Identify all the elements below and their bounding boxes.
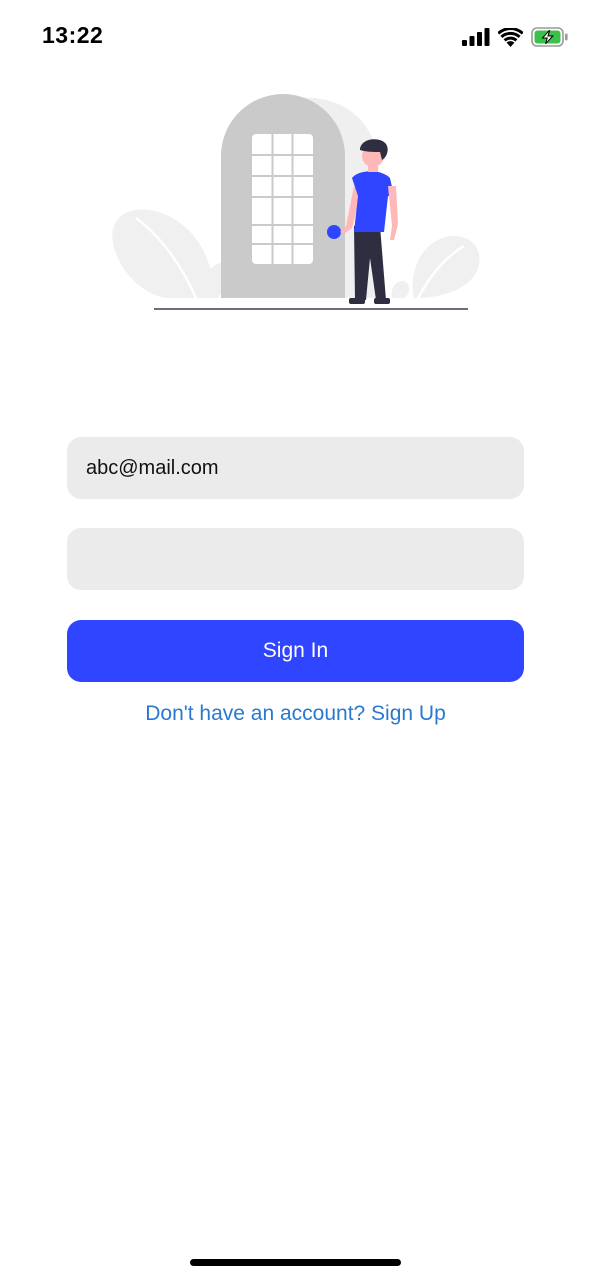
home-indicator[interactable] (190, 1259, 401, 1266)
sign-up-link[interactable]: Don't have an account? Sign Up (0, 702, 591, 726)
login-illustration (108, 86, 484, 316)
cellular-signal-icon (462, 28, 490, 46)
email-field[interactable]: abc@mail.com (67, 437, 524, 499)
sign-in-button-label: Sign In (262, 639, 329, 662)
sign-in-button[interactable]: Sign In (67, 620, 524, 682)
email-field-value: abc@mail.com (86, 456, 219, 479)
status-bar: 13:22 (0, 0, 591, 70)
wifi-icon (498, 27, 523, 47)
status-time: 13:22 (42, 22, 104, 48)
status-icons (462, 24, 569, 50)
left-plant-shape (112, 209, 227, 299)
battery-charging-icon (531, 27, 569, 47)
password-field[interactable] (67, 528, 524, 590)
